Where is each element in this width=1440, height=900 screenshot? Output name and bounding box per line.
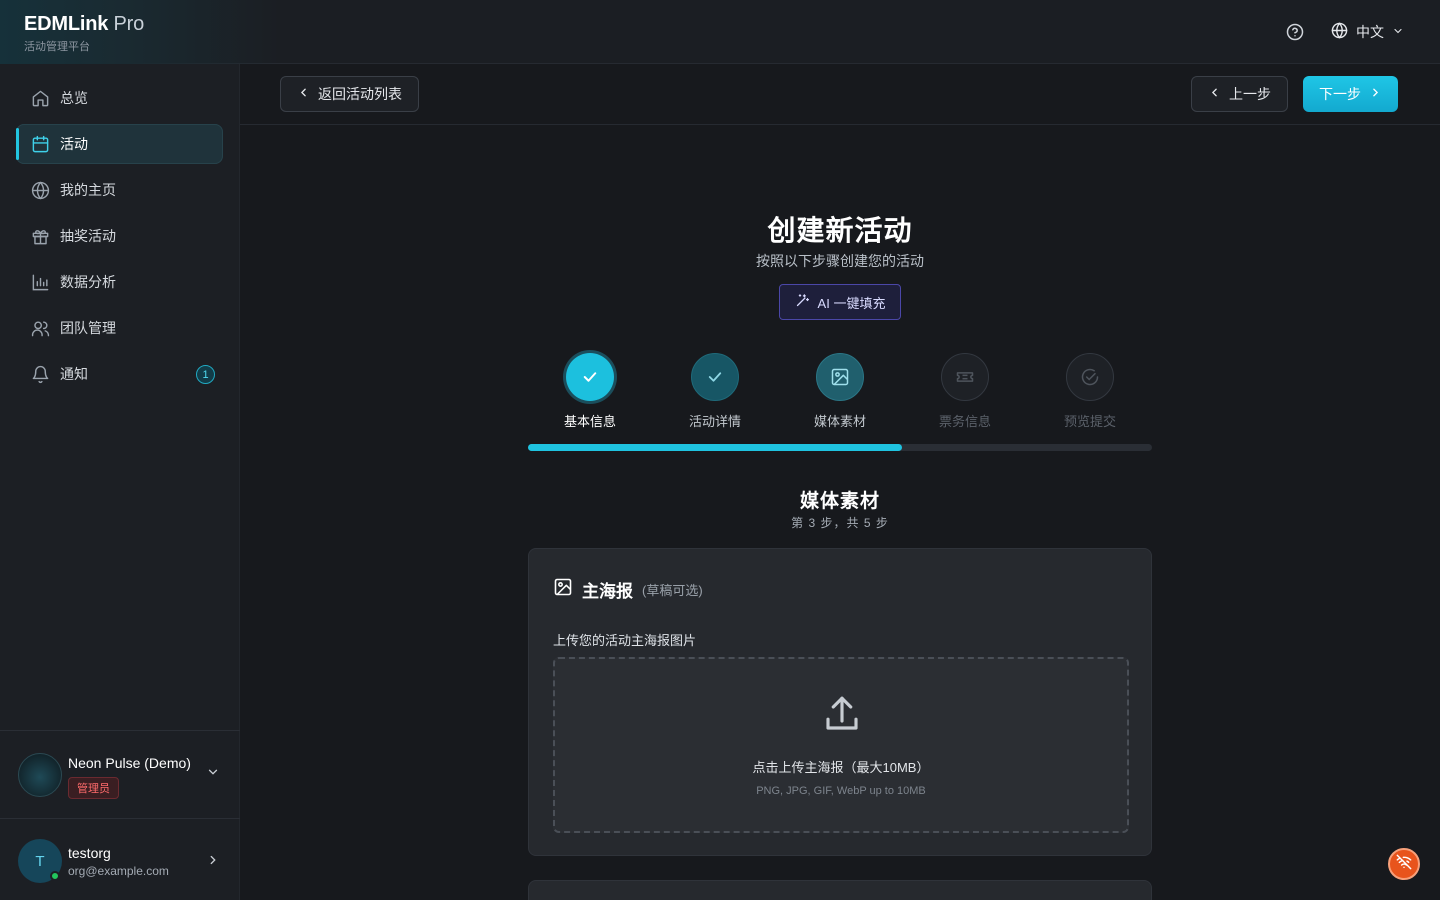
offline-status-button[interactable] [1388,848,1420,880]
chevron-down-icon [1392,24,1404,40]
upload-hint: PNG, JPG, GIF, WebP up to 10MB [756,785,926,797]
sidebar: 总览 活动 我的主页 抽奖活动 数据分析 团队管理 通知 1 Neon Puls… [0,64,240,900]
globe-icon [30,180,50,200]
step-ticketing[interactable]: 票务信息 [915,353,1015,430]
sidebar-nav: 总览 活动 我的主页 抽奖活动 数据分析 团队管理 通知 1 [0,64,239,394]
poster-card: 主海报 (草稿可选) 上传您的活动主海报图片 点击上传主海报（最大10MB） P… [528,548,1152,856]
help-icon[interactable] [1283,20,1307,44]
stepper: 基本信息 活动详情 媒体素材 票务信息 预览提交 [528,353,1152,433]
step-label: 活动详情 [688,414,741,429]
step-preview-submit[interactable]: 预览提交 [1040,353,1140,430]
sidebar-item-label: 数据分析 [60,274,116,290]
top-bar: EDMLink Pro 活动管理平台 中文 [0,0,1440,64]
chevron-right-icon [206,853,220,872]
role-badge: 管理员 [68,777,119,799]
sidebar-item-analytics[interactable]: 数据分析 [16,262,223,302]
globe-icon [1331,22,1348,42]
next-step-label: 下一步 [1319,86,1361,102]
check-icon [566,353,614,401]
user-name: testorg [68,845,111,861]
wifi-off-icon [1396,854,1412,875]
ai-fill-label: AI 一键填充 [817,295,886,311]
bell-icon [30,364,50,384]
sidebar-item-label: 总览 [60,90,88,106]
ai-fill-button[interactable]: AI 一键填充 [779,284,901,320]
language-label: 中文 [1356,24,1384,40]
next-step-button[interactable]: 下一步 [1303,76,1398,112]
check-icon [691,353,739,401]
brand[interactable]: EDMLink Pro 活动管理平台 [0,0,280,64]
org-avatar [18,753,62,797]
action-bar: 返回活动列表 上一步 下一步 [240,64,1440,125]
step-label: 基本信息 [563,414,616,429]
step-event-details[interactable]: 活动详情 [665,353,765,430]
sidebar-item-label: 活动 [60,136,88,152]
gift-icon [30,226,50,246]
user-menu[interactable]: T testorg org@example.com [0,818,240,900]
step-label: 预览提交 [1063,414,1116,429]
check-circle-icon [1066,353,1114,401]
sidebar-item-lottery[interactable]: 抽奖活动 [16,216,223,256]
image-icon [553,577,573,602]
language-selector[interactable]: 中文 [1331,22,1404,42]
prev-step-label: 上一步 [1229,86,1271,102]
online-status-dot [50,871,60,881]
poster-upload-dropzone[interactable]: 点击上传主海报（最大10MB） PNG, JPG, GIF, WebP up t… [553,657,1129,833]
page-title: 创建新活动 [767,215,913,246]
header-actions: 中文 [1283,20,1404,44]
org-switcher[interactable]: Neon Pulse (Demo) 管理员 [0,730,240,818]
brand-name: EDMLink [24,13,109,35]
chevron-down-icon [206,765,220,784]
sidebar-item-notifications[interactable]: 通知 1 [16,354,223,394]
sidebar-item-label: 我的主页 [60,182,116,198]
notification-count-badge: 1 [196,365,215,384]
magic-wand-icon [795,293,810,311]
calendar-icon [30,134,50,154]
user-email: org@example.com [68,864,169,878]
page-subtitle: 按照以下步骤创建您的活动 [756,253,924,269]
step-basic-info[interactable]: 基本信息 [540,353,640,430]
sidebar-item-team[interactable]: 团队管理 [16,308,223,348]
sidebar-item-label: 通知 [60,366,88,382]
sidebar-item-events[interactable]: 活动 [16,124,223,164]
step-media[interactable]: 媒体素材 [790,353,890,430]
poster-title: 主海报 [582,582,633,601]
section-subtitle: 第 3 步，共 5 步 [791,516,889,530]
main-content: 创建新活动 按照以下步骤创建您的活动 AI 一键填充 基本信息 活动详情 媒体素… [240,125,1440,900]
back-to-list-label: 返回活动列表 [318,86,402,102]
sidebar-item-homepage[interactable]: 我的主页 [16,170,223,210]
step-progress-fill [528,444,903,451]
ticket-icon [941,353,989,401]
brand-suffix: Pro [113,13,145,35]
brand-subtitle: 活动管理平台 [24,41,90,53]
bar-chart-icon [30,272,50,292]
step-label: 媒体素材 [813,414,866,429]
image-icon [816,353,864,401]
sidebar-item-overview[interactable]: 总览 [16,78,223,118]
sidebar-item-label: 抽奖活动 [60,228,116,244]
poster-note: (草稿可选) [642,583,703,598]
upload-instruction: 点击上传主海报（最大10MB） [752,760,930,775]
org-name: Neon Pulse (Demo) [68,755,191,771]
users-icon [30,318,50,338]
brand-title: EDMLink Pro [24,13,280,36]
sidebar-item-label: 团队管理 [60,320,116,336]
prev-step-button[interactable]: 上一步 [1191,76,1288,112]
chevron-left-icon [1208,86,1221,102]
poster-card-header: 主海报 (草稿可选) [553,577,703,602]
step-progress-bar [528,444,1152,451]
chevron-right-icon [1369,86,1382,102]
section-title: 媒体素材 [799,491,880,512]
step-label: 票务信息 [938,414,991,429]
poster-field-label: 上传您的活动主海报图片 [553,633,697,648]
back-to-list-button[interactable]: 返回活动列表 [280,76,419,112]
chevron-left-icon [297,86,310,102]
next-media-card [528,880,1152,900]
upload-icon [821,693,863,740]
home-icon [30,88,50,108]
